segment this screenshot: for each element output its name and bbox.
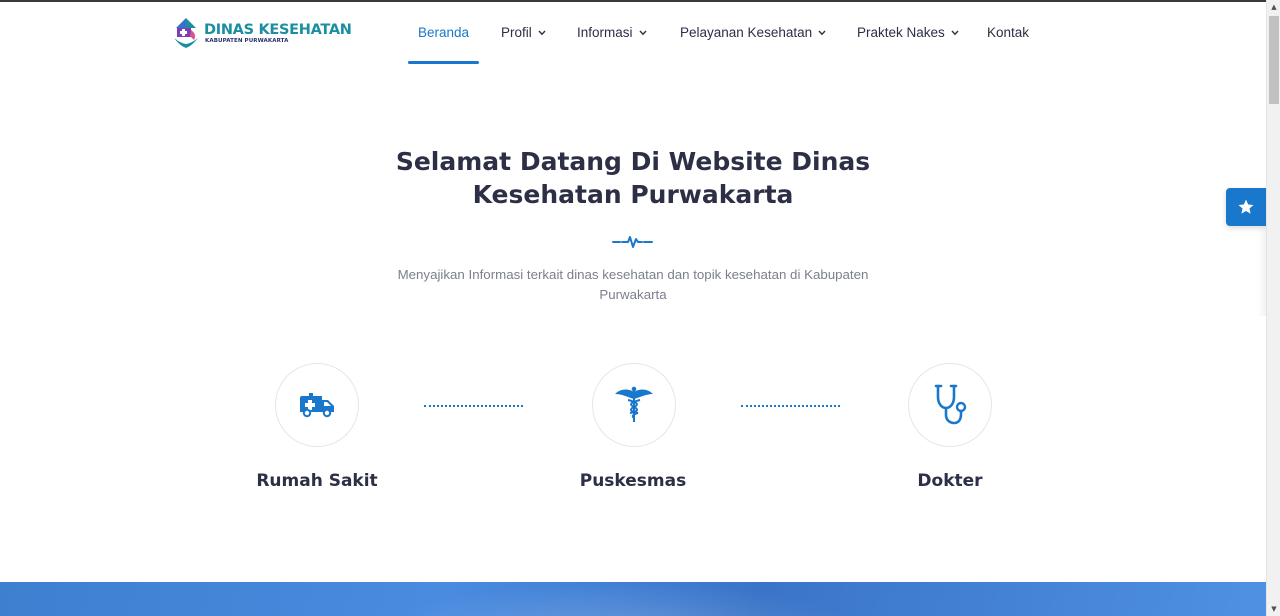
hero-title-line-1: Selamat Datang Di Website Dinas xyxy=(395,147,871,176)
nav-item-label: Praktek Nakes xyxy=(857,25,945,40)
site-logo[interactable]: DINAS KESEHATAN KABUPATEN PURWAKARTA xyxy=(172,16,352,52)
nav-item-pelayanan-kesehatan[interactable]: Pelayanan Kesehatan xyxy=(680,2,826,64)
nav-active-indicator xyxy=(408,61,479,64)
hero-description-line-1: Menyajikan Informasi terkait dinas keseh… xyxy=(397,267,869,282)
nav-item-profil[interactable]: Profil xyxy=(501,2,546,64)
ambulance-icon xyxy=(300,393,334,418)
hero-title-line-2: Kesehatan Purwakarta xyxy=(472,180,794,209)
chevron-down-icon xyxy=(639,2,647,64)
hero-description-line-2: Purwakarta xyxy=(599,287,667,302)
service-label-puskesmas[interactable]: Puskesmas xyxy=(533,471,733,491)
nav-item-label: Profil xyxy=(501,25,532,40)
connector-dotted-line xyxy=(424,405,523,408)
vertical-scrollbar[interactable]: ▲ ▼ xyxy=(1266,0,1280,616)
service-rumah-sakit-icon-circle[interactable] xyxy=(275,363,359,447)
nav-item-label: Kontak xyxy=(987,25,1030,40)
scroll-down-arrow-icon[interactable]: ▼ xyxy=(1267,602,1280,616)
side-panel-shadow xyxy=(1258,226,1266,316)
chevron-down-icon xyxy=(951,2,959,64)
caduceus-icon xyxy=(615,386,653,422)
nav-item-kontak[interactable]: Kontak xyxy=(987,2,1029,64)
banner-highlight xyxy=(380,582,860,616)
nav-item-beranda[interactable]: Beranda xyxy=(418,2,469,64)
service-label-rumah-sakit[interactable]: Rumah Sakit xyxy=(217,471,417,491)
nav-item-label: Beranda xyxy=(418,25,470,40)
nav-item-label: Informasi xyxy=(577,25,633,40)
nav-item-label: Pelayanan Kesehatan xyxy=(680,25,813,40)
logo-subtitle: KABUPATEN PURWAKARTA xyxy=(205,38,289,44)
chevron-down-icon xyxy=(818,2,826,64)
scroll-up-arrow-icon[interactable]: ▲ xyxy=(1267,0,1280,14)
floating-favorite-button[interactable] xyxy=(1226,188,1266,226)
site-header: DINAS KESEHATAN KABUPATEN PURWAKARTA Ber… xyxy=(0,2,1266,66)
scrollbar-thumb[interactable] xyxy=(1269,16,1279,104)
logo-mark-icon xyxy=(174,18,198,48)
nav-item-praktek-nakes[interactable]: Praktek Nakes xyxy=(857,2,959,64)
hero-description: Menyajikan Informasi terkait dinas keseh… xyxy=(360,265,906,305)
connector-dotted-line xyxy=(741,405,840,408)
stethoscope-icon xyxy=(934,384,967,425)
star-icon xyxy=(1238,199,1254,214)
service-puskesmas-icon-circle[interactable] xyxy=(592,363,676,447)
chevron-down-icon xyxy=(538,2,546,64)
heartbeat-divider-icon xyxy=(612,236,653,248)
service-dokter-icon-circle[interactable] xyxy=(908,363,992,447)
hero-title: Selamat Datang Di Website Dinas Kesehata… xyxy=(333,145,933,211)
service-label-dokter[interactable]: Dokter xyxy=(850,471,1050,491)
nav-item-informasi[interactable]: Informasi xyxy=(577,2,647,64)
page: DINAS KESEHATAN KABUPATEN PURWAKARTA Ber… xyxy=(0,2,1266,616)
logo-title: DINAS KESEHATAN xyxy=(204,22,352,38)
